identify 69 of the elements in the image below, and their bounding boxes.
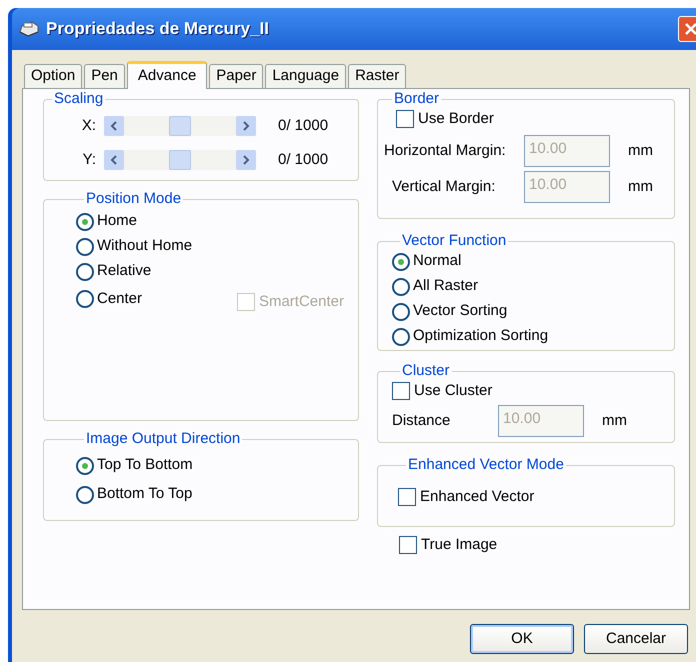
radio-button[interactable] — [392, 328, 410, 346]
radio-button[interactable] — [76, 486, 94, 504]
option-label: Without Home — [97, 236, 192, 256]
group-title: Image Output Direction — [85, 431, 242, 447]
axis-label: Y: — [82, 150, 97, 170]
scroll-thumb[interactable] — [169, 116, 191, 136]
radio-button[interactable] — [76, 212, 94, 230]
option-label: Home — [97, 211, 138, 232]
radio-button[interactable] — [76, 262, 94, 280]
chevron-left-icon — [110, 121, 118, 131]
checkbox[interactable] — [398, 488, 416, 506]
checkbox-label: Enhanced Vector — [420, 486, 534, 507]
radio-button[interactable] — [392, 302, 410, 320]
chevron-right-icon — [242, 121, 250, 131]
chevron-left-icon — [110, 155, 118, 165]
tab[interactable]: Raster — [348, 64, 406, 88]
axis-label: X: — [80, 116, 97, 136]
left-arrow-button[interactable] — [104, 150, 124, 170]
dialog-button[interactable]: Cancelar — [584, 624, 688, 654]
dialog-button[interactable]: OK — [470, 624, 574, 654]
group-title: Position Mode — [85, 191, 182, 207]
right-arrow-button[interactable] — [236, 150, 256, 170]
tab[interactable]: Option — [24, 64, 82, 88]
printer-icon — [18, 20, 40, 38]
field-label: Vertical Margin: — [391, 176, 496, 197]
scale-reading: 0/ 1000 — [278, 116, 328, 136]
checkbox[interactable] — [399, 536, 417, 554]
scroll-thumb[interactable] — [169, 150, 191, 170]
scrollbar[interactable] — [104, 116, 256, 136]
option-label: Top To Bottom — [97, 455, 193, 476]
checkbox[interactable] — [396, 110, 414, 128]
option-label: Bottom To Top — [97, 484, 192, 504]
field-label: Horizontal Margin: — [384, 140, 507, 161]
radio-button[interactable] — [392, 252, 410, 270]
option-label: All Raster — [413, 276, 478, 296]
group-title: Border — [393, 91, 440, 107]
checkbox-label: True Image — [421, 534, 498, 555]
checkbox-label: Use Border — [418, 108, 494, 129]
group-title: Vector Function — [401, 233, 508, 249]
chevron-right-icon — [242, 155, 250, 165]
close-icon — [684, 22, 696, 36]
tab[interactable]: Paper — [209, 64, 264, 88]
unit-label: mm — [602, 410, 627, 431]
checkbox-label: Use Cluster — [414, 380, 492, 401]
radio-button[interactable] — [76, 290, 94, 308]
group-title: Scaling — [53, 91, 104, 107]
scrollbar[interactable] — [104, 150, 256, 170]
option-label: Vector Sorting — [413, 301, 508, 322]
tab[interactable]: Pen — [84, 64, 125, 88]
option-label: Optimization Sorting — [413, 326, 548, 346]
left-arrow-button[interactable] — [104, 116, 124, 136]
unit-label: mm — [628, 176, 653, 197]
scale-reading: 0/ 1000 — [278, 150, 328, 170]
option-label: Normal — [413, 251, 462, 272]
option-label: Center — [97, 288, 142, 309]
checkbox-label: SmartCenter — [258, 292, 344, 312]
radio-button[interactable] — [76, 238, 94, 256]
option-label: Relative — [97, 261, 152, 282]
radio-button[interactable] — [392, 278, 410, 296]
right-arrow-button[interactable] — [236, 116, 256, 136]
checkbox[interactable] — [392, 382, 410, 400]
tab[interactable]: Advance — [126, 61, 208, 89]
group-title: Enhanced Vector Mode — [407, 457, 565, 473]
tab[interactable]: Language — [265, 64, 346, 88]
window-title: Propriedades de Mercury_II — [46, 18, 269, 40]
field-label: Distance — [392, 410, 452, 431]
unit-label: mm — [628, 140, 653, 161]
radio-button[interactable] — [76, 456, 94, 474]
group-title: Cluster — [401, 363, 451, 379]
